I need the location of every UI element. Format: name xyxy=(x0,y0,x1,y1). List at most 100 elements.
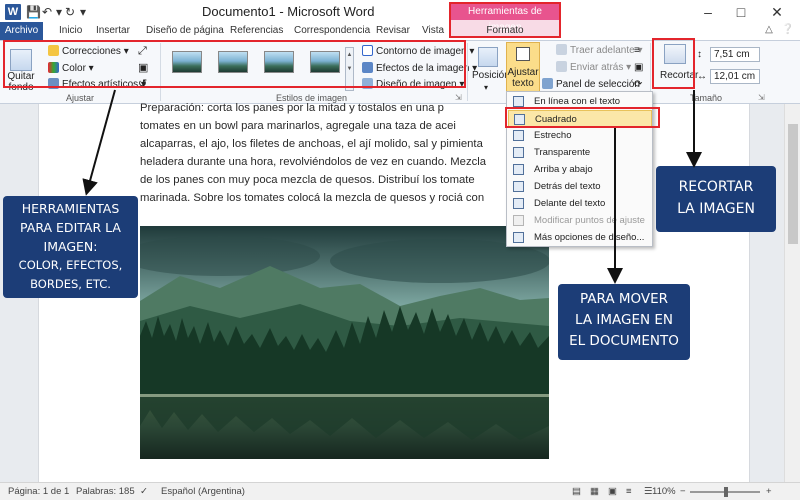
posicion-button[interactable]: Posición xyxy=(472,69,510,82)
tab-correspondencia[interactable]: Correspondencia xyxy=(294,24,370,38)
front-text-icon xyxy=(513,198,524,209)
traer-adelante-label: Traer adelante xyxy=(570,45,635,56)
menu-item-label: Más opciones de diseño... xyxy=(534,232,645,243)
menu-item-label: Detrás del texto xyxy=(534,181,601,192)
callout-line: COLOR, EFECTOS, xyxy=(18,258,123,272)
menu-item-detras-texto[interactable]: Detrás del texto xyxy=(508,178,652,195)
ajustar-group-label: Ajustar xyxy=(66,93,95,103)
position-icon xyxy=(478,47,498,67)
proofing-icon[interactable]: ✓ xyxy=(140,483,148,500)
enviar-atras-label: Enviar atrás xyxy=(570,62,624,73)
callout-line: HERRAMIENTAS xyxy=(21,201,120,216)
undo-dropdown-icon[interactable]: ▾ xyxy=(56,3,62,21)
tamano-group-label: Tamaño xyxy=(690,93,723,103)
menu-item-label: En línea con el texto xyxy=(534,96,621,107)
edit-wrap-points-icon xyxy=(513,215,524,226)
inserted-picture[interactable] xyxy=(140,226,549,459)
word-count[interactable]: Palabras: 185 xyxy=(76,483,135,500)
menu-item-delante-texto[interactable]: Delante del texto xyxy=(508,195,652,212)
help-icon[interactable]: ❔ xyxy=(782,24,794,35)
customize-icon[interactable]: ▾ xyxy=(80,3,86,21)
text-line: heladera durante una hora, revolviéndolo… xyxy=(140,156,487,168)
menu-item-label: Delante del texto xyxy=(534,198,606,209)
send-backward-icon xyxy=(556,61,567,72)
zoom-out-icon[interactable]: − xyxy=(680,483,686,500)
language[interactable]: Español (Argentina) xyxy=(161,483,245,500)
close-icon[interactable]: ✕ xyxy=(762,2,792,22)
recortar-highlight xyxy=(652,38,695,89)
size-dialog-launcher-icon[interactable]: ⇲ xyxy=(758,91,765,104)
panel-seleccion-label: Panel de selección xyxy=(556,79,640,90)
print-layout-icon[interactable]: ▤ xyxy=(572,483,581,500)
minimize-icon[interactable]: – xyxy=(693,2,723,22)
callout-line: LA IMAGEN EN xyxy=(575,312,673,328)
zoom-in-icon[interactable]: + xyxy=(766,483,772,500)
bring-forward-icon xyxy=(556,44,567,55)
title-bar: W 💾 ↶ ▾ ↻ ▾ Documento1 - Microsoft Word … xyxy=(0,0,800,24)
minimize-ribbon-icon[interactable]: △ xyxy=(765,24,773,35)
ribbon-controls: △ ❔ xyxy=(765,24,794,35)
menu-item-estrecho[interactable]: Estrecho xyxy=(508,127,652,144)
web-layout-icon[interactable]: ▣ xyxy=(608,483,617,500)
menu-item-label: Arriba y abajo xyxy=(534,164,593,175)
through-wrap-icon xyxy=(513,147,524,158)
tab-insertar[interactable]: Insertar xyxy=(96,24,130,38)
undo-icon[interactable]: ↶ xyxy=(42,3,52,21)
traer-adelante-button[interactable]: Traer adelante ▾ xyxy=(556,44,642,57)
text-line: marinada. Sobre los tomates colocá la me… xyxy=(140,192,485,204)
word-app-icon[interactable]: W xyxy=(5,4,21,20)
vertical-scrollbar[interactable] xyxy=(784,104,800,482)
picture-tools-title: Herramientas de imagen xyxy=(451,4,559,33)
text-line: tomates en un bowl para marinarlos, agre… xyxy=(140,120,456,132)
align-icon[interactable]: ≡ xyxy=(634,44,640,57)
height-icon: ↕ xyxy=(697,49,702,60)
callout-line: IMAGEN: xyxy=(43,239,98,254)
ajustar-texto-button[interactable]: Ajustar texto xyxy=(506,42,540,92)
forest-lake-image xyxy=(140,226,549,459)
redo-icon[interactable]: ↻ xyxy=(65,3,75,21)
group-objects-icon[interactable]: ▣ xyxy=(634,61,643,74)
width-field[interactable]: 12,01 cm xyxy=(710,69,760,84)
panel-seleccion-button[interactable]: Panel de selección xyxy=(542,78,640,91)
enviar-atras-button[interactable]: Enviar atrás ▾ xyxy=(556,61,631,74)
menu-item-arriba-abajo[interactable]: Arriba y abajo xyxy=(508,161,652,178)
callout-line: EL DOCUMENTO xyxy=(569,333,679,349)
status-bar: Página: 1 de 1 Palabras: 185 ✓ Español (… xyxy=(0,482,800,500)
tab-inicio[interactable]: Inicio xyxy=(59,24,82,38)
text-line: Preparación: corta los panes por la mita… xyxy=(140,102,444,114)
scrollbar-thumb[interactable] xyxy=(788,124,798,244)
maximize-icon[interactable]: □ xyxy=(726,2,756,22)
window-title: Documento1 - Microsoft Word xyxy=(202,4,375,19)
zoom-level[interactable]: 110% xyxy=(652,483,676,500)
text-line: alcaparras, el ajo, los filetes de ancho… xyxy=(140,138,483,150)
height-field[interactable]: 7,51 cm xyxy=(710,47,760,62)
behind-text-icon xyxy=(513,181,524,192)
tab-diseno-pagina[interactable]: Diseño de página xyxy=(146,24,224,38)
width-icon: ↔ xyxy=(697,71,707,82)
outline-view-icon[interactable]: ≡ xyxy=(626,483,632,500)
ajustar-estilos-highlight xyxy=(3,40,466,88)
callout-mover: PARA MOVER LA IMAGEN EN EL DOCUMENTO xyxy=(558,284,690,360)
posicion-dropdown-icon[interactable]: ▾ xyxy=(484,81,488,94)
reading-layout-icon[interactable]: ▦ xyxy=(590,483,599,500)
menu-item-mas-opciones[interactable]: Más opciones de diseño... xyxy=(508,229,652,246)
rotate-icon[interactable]: ⟳ xyxy=(634,78,642,91)
save-icon[interactable]: 💾 xyxy=(26,3,41,21)
menu-item-transparente[interactable]: Transparente xyxy=(508,144,652,161)
zoom-slider-handle[interactable] xyxy=(724,487,728,497)
page-count[interactable]: Página: 1 de 1 xyxy=(8,483,69,500)
layout-options-icon xyxy=(513,232,524,243)
tab-formato[interactable]: Formato xyxy=(478,24,532,38)
top-bottom-wrap-icon xyxy=(513,164,524,175)
inline-wrap-icon xyxy=(513,96,524,107)
tab-revisar[interactable]: Revisar xyxy=(376,24,410,38)
cuadrado-highlight xyxy=(505,107,660,128)
menu-item-modificar-puntos[interactable]: Modificar puntos de ajuste xyxy=(508,212,652,229)
ajustar-texto-label: Ajustar texto xyxy=(507,67,539,89)
group-separator xyxy=(467,43,468,101)
tight-wrap-icon xyxy=(513,130,524,141)
tab-vista[interactable]: Vista xyxy=(422,24,444,38)
document-paragraph[interactable]: Preparación: corta los panes por la mita… xyxy=(140,99,520,207)
tab-referencias[interactable]: Referencias xyxy=(230,24,283,38)
selection-pane-icon xyxy=(542,78,553,89)
